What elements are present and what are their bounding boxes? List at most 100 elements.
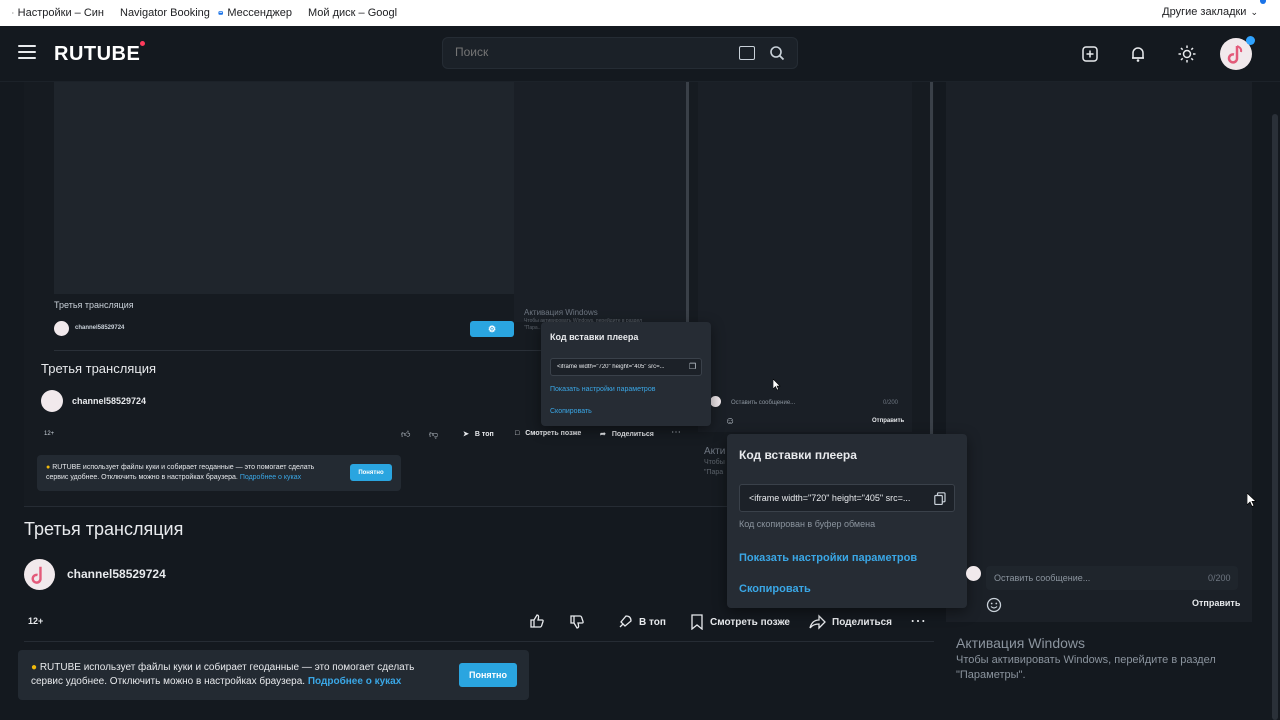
- search-input[interactable]: [455, 45, 715, 59]
- embed-popup-title: Код вставки плеера: [739, 448, 857, 462]
- bookmark-item[interactable]: Мой диск – Googl: [298, 7, 398, 19]
- nested2-share-label: Поделиться: [611, 430, 654, 438]
- nested2-cookie-banner: ● RUTUBE использует файлы куки и собирае…: [37, 455, 401, 491]
- windows-activation-line2: "Параметры".: [956, 669, 1026, 681]
- channel-avatar[interactable]: [24, 559, 55, 590]
- nested2-chat-avatar: [710, 396, 721, 407]
- windows-activation-title: Активация Windows: [956, 635, 1086, 651]
- video-title: Третья трансляция: [24, 519, 184, 539]
- upload-icon[interactable]: [1080, 44, 1100, 64]
- nested2-later-action: □ Смотреть позже: [515, 430, 581, 437]
- bookmarks-bar: Настройки – Син Navigator Booking Мессен…: [0, 0, 1280, 26]
- nested3-windows-title: Активация Windows: [524, 308, 598, 317]
- nested2-windows-title: Акти: [704, 446, 726, 457]
- channel-name[interactable]: channel58529724: [67, 567, 166, 581]
- emoji-icon[interactable]: [986, 597, 1002, 613]
- nested-chat-panel: [698, 82, 912, 432]
- show-params-link[interactable]: Показать настройки параметров: [739, 552, 917, 564]
- bookmark-item[interactable]: Мессенджер: [212, 7, 298, 19]
- nested2-cookie-link: Подробнее о куках: [239, 474, 302, 481]
- nested2-title: Третья трансляция: [41, 361, 157, 376]
- avatar-note-icon: [1227, 45, 1243, 64]
- nested2-windows-sub: Чтобы: [704, 459, 725, 466]
- chevron-down-icon: ⌄: [1250, 7, 1258, 17]
- nested2-later-label: Смотреть позже: [525, 430, 582, 437]
- copy-icon[interactable]: [934, 492, 946, 505]
- bookmark-item[interactable]: Navigator Booking: [110, 7, 212, 19]
- nested-divider: [686, 82, 689, 346]
- keyboard-icon[interactable]: [739, 46, 755, 60]
- logo-dot-icon: [140, 41, 146, 46]
- nested-embed-copy: Скопировать: [550, 408, 592, 415]
- chat-counter: 0/200: [1208, 573, 1231, 583]
- bookmark-icon: □: [515, 430, 520, 437]
- watch-later-button[interactable]: Смотреть позже: [690, 614, 790, 630]
- avatar-note-icon: [31, 566, 42, 584]
- nested-embed-title: Код вставки плеера: [550, 332, 639, 342]
- rocket-icon: [619, 615, 632, 628]
- cookie-accept-button[interactable]: Понятно: [459, 663, 517, 687]
- bookmark-item[interactable]: Настройки – Син: [0, 7, 110, 19]
- user-avatar[interactable]: [1220, 38, 1252, 70]
- chat-panel: [946, 82, 1252, 622]
- chat-placeholder: Оставить сообщение...: [994, 573, 1091, 583]
- nested2-age-badge: 12+: [44, 431, 55, 437]
- bookmark-label: Настройки – Син: [17, 7, 104, 19]
- cursor-icon: [1247, 493, 1257, 507]
- top-button[interactable]: В топ: [617, 614, 666, 630]
- nested3-channel: channel58529724: [75, 325, 125, 331]
- cookie-banner: ● RUTUBE использует файлы куки и собирае…: [18, 650, 529, 700]
- nested2-chat-placeholder: Оставить сообщение...: [731, 400, 796, 406]
- site-header: RUTUBE: [0, 26, 1280, 82]
- theme-sun-icon[interactable]: [1177, 44, 1197, 64]
- nested3-avatar: [54, 321, 69, 336]
- embed-code-field[interactable]: <iframe width="720" height="405" src=...: [739, 484, 955, 512]
- other-bookmarks-label: Другие закладки: [1162, 6, 1247, 18]
- watch-later-label: Смотреть позже: [710, 616, 790, 628]
- nested-player-video: [54, 82, 514, 294]
- search-icon[interactable]: [769, 45, 785, 61]
- nested2-more-icon: ⋯: [671, 427, 681, 438]
- bookmark-label: Мой диск – Googl: [308, 7, 398, 19]
- nested2-like-icon: 👍︎: [401, 429, 411, 439]
- share-button[interactable]: Поделиться: [809, 614, 892, 630]
- nested-embed-code-field: <iframe width="720" height="405" src=...…: [550, 358, 702, 376]
- scrollbar-indicator: [1260, 0, 1266, 26]
- windows-activation-line1: Чтобы активировать Windows, перейдите в …: [956, 654, 1216, 666]
- nested-player-panel: [514, 82, 686, 322]
- nested2-windows-sub2: "Пара: [704, 469, 724, 476]
- age-rating-badge: 12+: [28, 616, 44, 626]
- nested2-cookie-text-1: RUTUBE использует файлы куки и собирает …: [52, 464, 315, 471]
- more-options-icon[interactable]: ⋯: [910, 611, 926, 631]
- page-scrollbar[interactable]: [1272, 114, 1278, 720]
- other-bookmarks[interactable]: Другие закладки ⌄: [1162, 6, 1258, 18]
- nested3-cookie-button: ⚙: [470, 321, 514, 337]
- bell-icon[interactable]: [1128, 44, 1148, 64]
- copy-embed-link[interactable]: Скопировать: [739, 583, 811, 595]
- dislike-icon[interactable]: [569, 614, 585, 630]
- nested-embed-show-params: Показать настройки параметров: [550, 386, 656, 393]
- bookmark-label: Мессенджер: [227, 7, 292, 19]
- nested2-chat-send: Отправить: [872, 418, 905, 424]
- copy-icon: ❐: [689, 362, 697, 371]
- chat-user-avatar: [966, 566, 981, 581]
- cookie-text-2: сервис удобнее. Отключить можно в настро…: [31, 676, 306, 687]
- nested3-title: Третья трансляция: [54, 300, 134, 310]
- share-icon: [809, 614, 826, 630]
- menu-icon[interactable]: [18, 45, 36, 59]
- nested2-channel: channel58529724: [72, 396, 147, 406]
- nested2-emoji-icon: ☺: [725, 416, 736, 427]
- embed-copied-notice: Код скопирован в буфер обмена: [739, 519, 876, 529]
- nested2-cookie-button: Понятно: [350, 464, 392, 481]
- embed-code-popup: Код вставки плеера <iframe width="720" h…: [727, 434, 967, 608]
- gear-icon: [12, 12, 14, 14]
- share-icon: ➦: [600, 431, 606, 438]
- search-box[interactable]: [442, 37, 798, 69]
- like-icon[interactable]: [529, 613, 545, 629]
- cookie-text-1: RUTUBE использует файлы куки и собирает …: [39, 662, 415, 673]
- cookie-more-link[interactable]: Подробнее о куках: [308, 676, 401, 687]
- chat-send-button[interactable]: Отправить: [1192, 598, 1240, 608]
- cookie-icon: ●: [46, 464, 51, 471]
- chat-message-input[interactable]: Оставить сообщение... 0/200: [986, 566, 1238, 590]
- rutube-logo[interactable]: RUTUBE: [54, 41, 146, 66]
